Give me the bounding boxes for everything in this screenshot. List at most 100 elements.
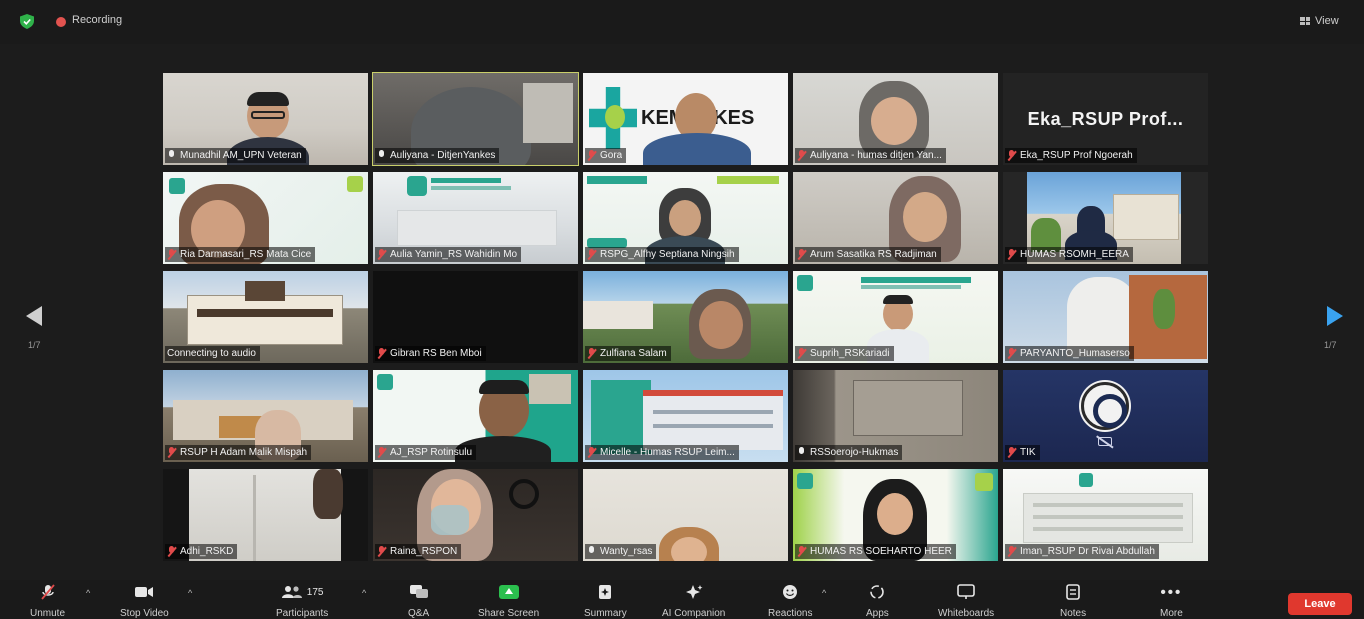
participant-name: Raina_RSPON xyxy=(390,546,458,557)
participant-tile[interactable]: Munadhil AM_UPN Veteran xyxy=(163,73,368,165)
participant-name-tag: Munadhil AM_UPN Veteran xyxy=(165,148,306,163)
audio-options-chevron-icon[interactable]: ^ xyxy=(86,588,90,598)
participant-name: Wanty_rsas xyxy=(600,546,653,557)
participants-button[interactable]: 175 Participants xyxy=(276,584,328,619)
participant-tile[interactable]: Ria Darmasari_RS Mata Cice xyxy=(163,172,368,264)
microphone-muted-icon xyxy=(1007,348,1016,359)
participant-tile[interactable]: TIK xyxy=(1003,370,1208,462)
recording-label[interactable]: Recording xyxy=(72,14,122,26)
microphone-icon xyxy=(587,546,596,557)
participant-tile[interactable]: AJ_RSP Rotinsulu xyxy=(373,370,578,462)
participant-name-tag: RSPG_Alfhy Septiana Ningsih xyxy=(585,247,739,262)
participant-tile[interactable]: Raina_RSPON xyxy=(373,469,578,561)
participant-name-tag: Raina_RSPON xyxy=(375,544,462,559)
participant-name-tag: Micelle - Humas RSUP Leim... xyxy=(585,445,739,460)
qa-label: Q&A xyxy=(408,608,430,619)
participants-label: Participants xyxy=(276,608,329,619)
participant-name-tag: Zulfiana Salam xyxy=(585,346,671,361)
meeting-window: Recording View 1/7 1/7 Munadhil AM_UPN V… xyxy=(0,0,1364,619)
gallery-grid: Munadhil AM_UPN Veteran Auliyana - Ditje… xyxy=(163,72,1209,563)
participant-name: TIK xyxy=(1020,447,1036,458)
microphone-muted-icon xyxy=(377,546,386,557)
microphone-muted-icon xyxy=(587,249,596,260)
participant-name-tag: Gibran RS Ben Mboi xyxy=(375,346,486,361)
participant-tile[interactable]: Adhi_RSKD xyxy=(163,469,368,561)
view-label: View xyxy=(1315,15,1339,27)
participant-name: PARYANTO_Humaserso xyxy=(1020,348,1130,359)
ai-companion-label: AI Companion xyxy=(662,608,726,619)
participant-name: Gibran RS Ben Mboi xyxy=(390,348,482,359)
more-button[interactable]: ••• More xyxy=(1160,584,1183,619)
participant-tile[interactable]: Suprih_RSKariadi xyxy=(793,271,998,363)
participant-name-tag: AJ_RSP Rotinsulu xyxy=(375,445,477,460)
whiteboards-button[interactable]: Whiteboards xyxy=(938,584,994,619)
more-dots-icon: ••• xyxy=(1160,583,1183,601)
shield-icon[interactable] xyxy=(20,14,34,29)
participant-name-tag: Auliyana - humas ditjen Yan... xyxy=(795,148,946,163)
participant-tile[interactable]: Micelle - Humas RSUP Leim... xyxy=(583,370,788,462)
summary-button[interactable]: Summary xyxy=(584,584,627,619)
participant-tile[interactable]: Aulia Yamin_RS Wahidin Mo xyxy=(373,172,578,264)
participant-name-tag: Gora xyxy=(585,148,627,163)
microphone-muted-icon xyxy=(797,150,806,161)
participant-tile[interactable]: Zulfiana Salam xyxy=(583,271,788,363)
reactions-options-chevron-icon[interactable]: ^ xyxy=(822,588,826,598)
unmute-button[interactable]: Unmute xyxy=(30,584,65,619)
notes-icon xyxy=(1066,584,1080,600)
video-options-chevron-icon[interactable]: ^ xyxy=(188,588,192,598)
participant-name-tag: Auliyana - DitjenYankes xyxy=(375,148,500,163)
stop-video-button[interactable]: Stop Video xyxy=(120,584,169,619)
participant-name-tag: Connecting to audio xyxy=(165,346,260,361)
microphone-muted-icon xyxy=(40,584,56,600)
participant-tile[interactable]: RSUP H Adam Malik Mispah xyxy=(163,370,368,462)
participant-name: AJ_RSP Rotinsulu xyxy=(390,447,473,458)
participant-name: Iman_RSUP Dr Rivai Abdullah xyxy=(1020,546,1155,557)
more-label: More xyxy=(1160,608,1183,619)
participant-tile-active-speaker[interactable]: Auliyana - DitjenYankes xyxy=(372,72,579,166)
microphone-muted-icon xyxy=(1007,546,1016,557)
connecting-to-audio-status: Connecting to audio xyxy=(167,348,256,359)
apps-button[interactable]: Apps xyxy=(866,584,889,619)
participant-tile[interactable]: Gibran RS Ben Mboi xyxy=(373,271,578,363)
participant-name: Ria Darmasari_RS Mata Cice xyxy=(180,249,312,260)
participant-tile[interactable]: RSPG_Alfhy Septiana Ningsih xyxy=(583,172,788,264)
view-button[interactable]: View xyxy=(1300,15,1339,27)
microphone-muted-icon xyxy=(797,249,806,260)
participant-tile[interactable]: Eka_RSUP Prof... Eka_RSUP Prof Ngoerah xyxy=(1003,73,1208,165)
qa-button[interactable]: Q&A xyxy=(408,584,429,619)
reactions-label: Reactions xyxy=(768,608,813,619)
unmute-label: Unmute xyxy=(30,608,66,619)
participant-tile[interactable]: PARYANTO_Humaserso xyxy=(1003,271,1208,363)
leave-button[interactable]: Leave xyxy=(1288,593,1352,615)
participant-name: Arum Sasatika RS Radjiman xyxy=(810,249,937,260)
participant-tile[interactable]: Connecting to audio xyxy=(163,271,368,363)
reactions-button[interactable]: Reactions xyxy=(768,584,812,619)
participant-tile[interactable]: Wanty_rsas xyxy=(583,469,788,561)
participant-tile[interactable]: HUMAS RS SOEHARTO HEER xyxy=(793,469,998,561)
recording-icon[interactable] xyxy=(56,17,66,27)
microphone-muted-icon xyxy=(587,150,596,161)
participant-tile[interactable]: HUMAS RSOMH_EERA xyxy=(1003,172,1208,264)
participant-tile[interactable]: Iman_RSUP Dr Rivai Abdullah xyxy=(1003,469,1208,561)
microphone-muted-icon xyxy=(167,447,176,458)
microphone-icon xyxy=(377,150,386,161)
apps-icon xyxy=(869,584,885,600)
participant-name-tag: Arum Sasatika RS Radjiman xyxy=(795,247,941,262)
participant-name: RSUP H Adam Malik Mispah xyxy=(180,447,308,458)
microphone-muted-icon xyxy=(377,249,386,260)
ai-companion-button[interactable]: AI Companion xyxy=(662,584,725,619)
participant-name: Adhi_RSKD xyxy=(180,546,234,557)
participant-name: RSPG_Alfhy Septiana Ningsih xyxy=(600,249,735,260)
participants-options-chevron-icon[interactable]: ^ xyxy=(362,588,366,598)
next-page-arrow-icon[interactable] xyxy=(1327,306,1343,326)
participant-name: Munadhil AM_UPN Veteran xyxy=(180,150,302,161)
notes-label: Notes xyxy=(1060,608,1087,619)
participant-name: RSSoerojo-Hukmas xyxy=(810,447,899,458)
participant-tile[interactable]: RSSoerojo-Hukmas xyxy=(793,370,998,462)
participant-tile[interactable]: Auliyana - humas ditjen Yan... xyxy=(793,73,998,165)
share-screen-button[interactable]: Share Screen xyxy=(478,584,539,619)
notes-button[interactable]: Notes xyxy=(1060,584,1086,619)
previous-page-arrow-icon[interactable] xyxy=(26,306,42,326)
participant-tile[interactable]: KEMENKES Gora xyxy=(583,73,788,165)
participant-tile[interactable]: Arum Sasatika RS Radjiman xyxy=(793,172,998,264)
